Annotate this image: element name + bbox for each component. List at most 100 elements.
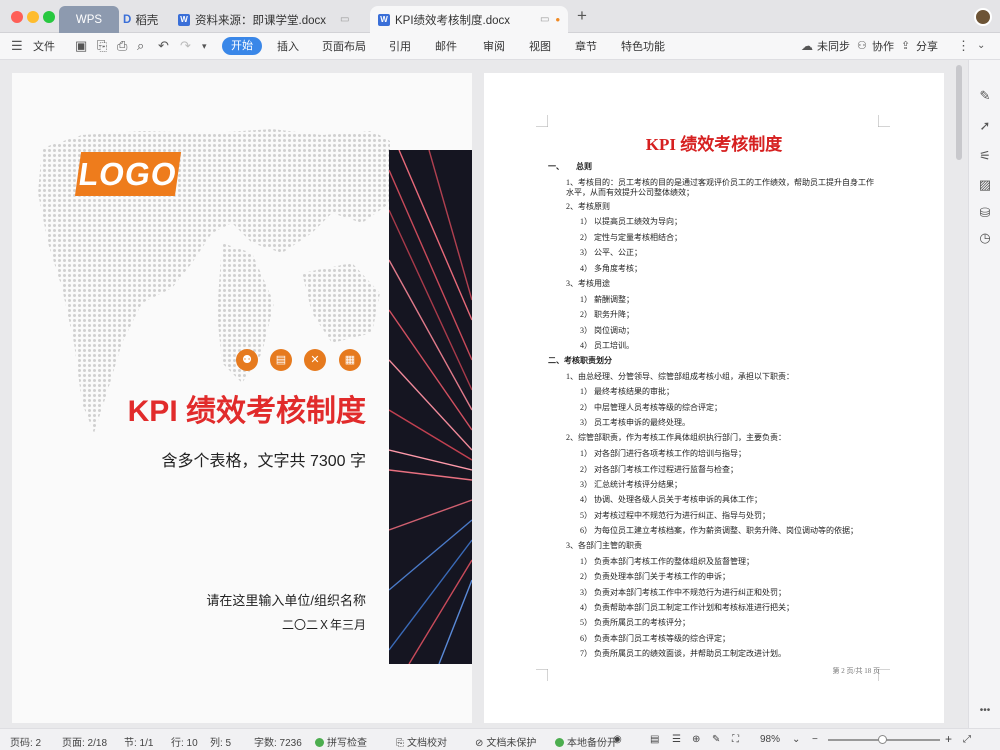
tab-insert[interactable]: 插入 [277, 38, 299, 54]
collab-icon: ⚇ [857, 40, 867, 52]
print-preview-icon[interactable]: ⌕ [137, 38, 144, 54]
document-paragraph: 1） 以提高员工绩效为导向； [580, 217, 682, 226]
zoom-slider-handle[interactable] [878, 735, 887, 744]
collaborate-button[interactable]: 协作 [872, 38, 894, 54]
document-paragraph: 4） 多角度考核； [580, 264, 642, 273]
zoom-in-button[interactable]: + [945, 732, 952, 746]
decorative-light-streaks-image [389, 150, 472, 664]
document-paragraph: 水平，从而有效提升公司整体绩效； [566, 188, 694, 197]
history-icon[interactable]: ◷ [969, 230, 1000, 246]
document-paragraph: 2） 定性与定量考核相结合； [580, 233, 682, 242]
scrollbar-thumb[interactable] [956, 65, 962, 160]
local-backup-toggle[interactable]: 本地备份开 [555, 734, 617, 749]
new-tab-button[interactable]: + [577, 6, 587, 26]
print-icon[interactable]: ⎙ [117, 38, 127, 54]
cover-subtitle: 含多个表格，文字共 7300 字 [161, 453, 367, 470]
tab-wps[interactable]: WPS [59, 6, 119, 33]
vertical-scrollbar[interactable] [953, 60, 965, 728]
tab-view[interactable]: 视图 [529, 38, 551, 54]
minimize-window-button[interactable] [27, 11, 39, 23]
outline-view-icon[interactable]: ☰ [672, 734, 681, 745]
unprotected-icon: ⊘ [475, 738, 484, 749]
settings-sliders-icon[interactable]: ⚟ [969, 148, 1000, 164]
select-cursor-icon[interactable]: ➚ [969, 118, 1000, 134]
page-code[interactable]: 页码: 2 [10, 734, 41, 749]
maximize-window-button[interactable] [43, 11, 55, 23]
document-paragraph: 1） 负责本部门考核工作的整体组织及监督管理； [580, 557, 754, 566]
document-paragraph: 2） 负责处理本部门关于考核工作的申诉； [580, 572, 730, 581]
fullscreen-icon[interactable]: ⤢ [963, 734, 971, 745]
share-icon: ⇪ [901, 40, 911, 52]
word-doc-icon: W [178, 13, 190, 26]
web-view-icon[interactable]: ⊕ [692, 734, 700, 745]
ribbon-toolbar: ☰ 文件 ▣ ⎘ ⎙ ⌕ ↶ ↷ ▾ 开始 插入 页面布局 引用 邮件 审阅 视… [0, 33, 1000, 60]
eye-protection-icon[interactable]: ◉ [613, 734, 622, 745]
document-paragraph: 3） 负责对本部门考核工作中不规范行为进行纠正和处罚； [580, 588, 786, 597]
tab-review[interactable]: 审阅 [483, 38, 505, 54]
tab-document-1[interactable]: W 资料来源：即课学堂.docx ▭ [178, 6, 349, 33]
more-icon[interactable]: ••• [969, 705, 1000, 716]
save-icon[interactable]: ▣ [75, 38, 87, 54]
document-paragraph: 5） 对考核过程中不规范行为进行纠正、指导与处罚； [580, 511, 770, 520]
menu-icon[interactable]: ☰ [11, 38, 23, 54]
export-icon[interactable]: ⎘ [97, 38, 107, 54]
tab-daoke[interactable]: D 稻壳 [123, 6, 158, 33]
tab-pin-icon[interactable]: ▭ [340, 14, 349, 25]
zoom-dropdown-icon[interactable]: ⌄ [792, 734, 800, 745]
page-number: 第 2 页/共 18 页 [832, 667, 880, 675]
page-view-icon[interactable]: ▤ [650, 734, 659, 745]
document-paragraph: 1） 最终考核结果的审批； [580, 387, 674, 396]
fit-page-icon[interactable]: ⛶ [732, 734, 739, 745]
file-menu[interactable]: 文件 [33, 38, 55, 54]
team-icon: ⚉ [236, 349, 258, 371]
document-protection[interactable]: ⊘ 文档未保护 [475, 734, 536, 749]
document-page[interactable]: KPI 绩效考核制度 一、 总则 1、考核目的：员工考核的目的是通过客观评价员工的… [484, 73, 944, 723]
tab-document-2[interactable]: W KPI绩效考核制度.docx ▭ • [370, 6, 568, 33]
pen-icon[interactable]: ✎ [969, 88, 1000, 104]
page-indicator[interactable]: 页面: 2/18 [62, 734, 107, 749]
redo-icon[interactable]: ↷ [180, 38, 191, 54]
chevron-down-icon[interactable]: ▾ [202, 41, 207, 52]
cloud-doc-icon[interactable]: ⛁ [969, 205, 1000, 221]
status-bar: 页码: 2 页面: 2/18 节: 1/1 行: 10 列: 5 字数: 723… [0, 728, 1000, 750]
more-icon[interactable]: ⋮ [957, 38, 970, 54]
zoom-out-button[interactable]: − [812, 734, 818, 745]
spell-check-toggle[interactable]: 拼写检查 [315, 734, 367, 749]
tab-special-features[interactable]: 特色功能 [621, 38, 665, 54]
tools-icon: ✕ [304, 349, 326, 371]
close-window-button[interactable] [11, 11, 23, 23]
document-paragraph: 3、考核用途 [566, 279, 610, 288]
tab-mailings[interactable]: 邮件 [435, 38, 457, 54]
zoom-level[interactable]: 98% [760, 734, 780, 745]
avatar[interactable] [974, 8, 992, 26]
document-paragraph: 2） 中层管理人员考核等级的综合评定； [580, 403, 722, 412]
share-button[interactable]: 分享 [916, 38, 938, 54]
document-paragraph: 6） 为每位员工建立考核档案，作为薪资调整、职务升降、岗位调动等的依据； [580, 526, 858, 535]
document-proofread[interactable]: ⎘ 文档校对 [396, 734, 447, 749]
sync-status[interactable]: 未同步 [817, 38, 850, 54]
tab-doc2-label: KPI绩效考核制度.docx [395, 14, 511, 27]
proofread-icon: ⎘ [396, 738, 404, 749]
document-paragraph: 4） 负责帮助本部门员工制定工作计划和考核标准进行把关； [580, 603, 794, 612]
word-count[interactable]: 字数: 7236 [254, 734, 302, 749]
document-paragraph: 4） 协调、处理各级人员关于考核申诉的具体工作； [580, 495, 762, 504]
chart-icon: ▤ [270, 349, 292, 371]
tab-wps-label: WPS [75, 13, 103, 26]
unsaved-dot-icon: • [555, 12, 561, 27]
chevron-down-icon[interactable]: ⌄ [977, 40, 985, 51]
undo-icon[interactable]: ↶ [158, 38, 169, 54]
margin-corner-mark [878, 115, 890, 127]
tab-chapter[interactable]: 章节 [575, 38, 597, 54]
cover-date: 二〇二Ｘ年三月 [281, 618, 366, 632]
document-paragraph: 3） 岗位调动； [580, 326, 634, 335]
tab-page-layout[interactable]: 页面布局 [322, 38, 366, 54]
image-icon[interactable]: ▨ [969, 177, 1000, 193]
section-heading: 一、 总则 [548, 162, 592, 171]
cloud-icon: ☁ [801, 39, 813, 53]
tab-start[interactable]: 开始 [222, 37, 262, 55]
write-mode-icon[interactable]: ✎ [712, 734, 720, 745]
document-paragraph: 1） 薪酬调整； [580, 295, 634, 304]
tab-references[interactable]: 引用 [389, 38, 411, 54]
tab-pin-icon[interactable]: ▭ [540, 14, 549, 25]
document-paragraph: 2、考核原则 [566, 202, 610, 211]
